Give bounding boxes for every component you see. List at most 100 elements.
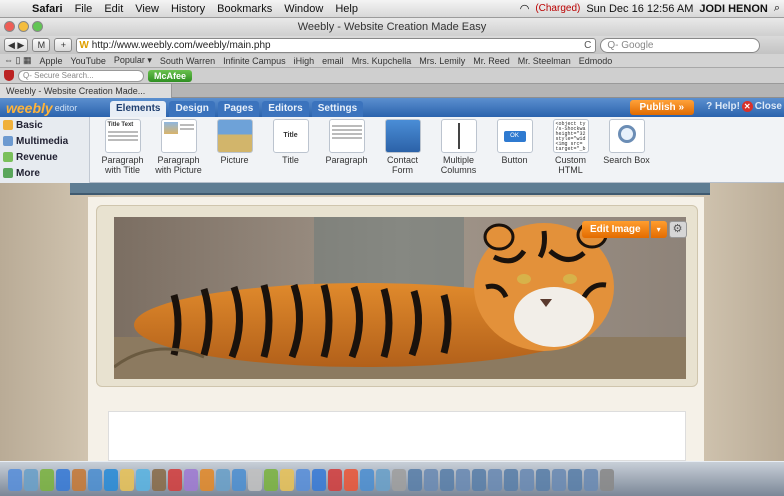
mcafee-button[interactable]: McAfee (148, 69, 193, 82)
menu-help[interactable]: Help (329, 3, 364, 15)
bookmark-edmodo[interactable]: Edmodo (579, 56, 613, 66)
reload-icon[interactable]: C (584, 40, 595, 51)
tiger-image[interactable] (114, 217, 686, 379)
document-icon[interactable] (552, 469, 566, 491)
reader-button[interactable]: M (32, 38, 51, 52)
document-icon[interactable] (408, 469, 422, 491)
address-bar[interactable]: W http://www.weebly.com/weebly/main.php … (76, 37, 597, 53)
tab-elements[interactable]: Elements (110, 101, 167, 117)
menu-history[interactable]: History (165, 3, 211, 15)
element-contact-form[interactable]: Contact Form (376, 119, 429, 175)
app-icon[interactable] (296, 469, 310, 491)
app-icon[interactable] (360, 469, 374, 491)
bookmark-youtube[interactable]: YouTube (71, 56, 106, 66)
finder-icon[interactable] (8, 469, 22, 491)
close-window-icon[interactable] (4, 21, 15, 32)
bookmark-mr-reed[interactable]: Mr. Reed (473, 56, 510, 66)
add-bookmark-button[interactable]: + (54, 38, 73, 52)
document-icon[interactable] (568, 469, 582, 491)
firefox-icon[interactable] (344, 469, 358, 491)
content-block[interactable] (108, 411, 686, 461)
element-custom-html[interactable]: <object ty /s-Shockwa height="32 style="… (544, 119, 597, 175)
secure-search-input[interactable]: Q- Secure Search... (18, 69, 144, 82)
google-search-input[interactable]: Q- Google (600, 37, 761, 53)
tab-pages[interactable]: Pages (217, 101, 260, 117)
document-icon[interactable] (440, 469, 454, 491)
app-icon[interactable] (88, 469, 102, 491)
clock[interactable]: Sun Dec 16 12:56 AM (586, 3, 693, 15)
element-picture[interactable]: Picture (208, 119, 261, 175)
category-basic[interactable]: Basic (0, 117, 89, 133)
bookmark-south-warren[interactable]: South Warren (160, 56, 215, 66)
bookmark-popular[interactable]: Popular ▾ (114, 55, 152, 66)
close-editor-button[interactable]: ✕ Close (741, 101, 782, 112)
document-icon[interactable] (504, 469, 518, 491)
bookmark-mrs-lemily[interactable]: Mrs. Lemily (419, 56, 465, 66)
safari-icon[interactable] (56, 469, 70, 491)
gear-icon[interactable]: ⚙ (668, 221, 687, 238)
tab-design[interactable]: Design (169, 101, 215, 117)
bookmark-email[interactable]: email (322, 56, 344, 66)
app-icon[interactable] (40, 469, 54, 491)
document-icon[interactable] (536, 469, 550, 491)
spotlight-icon[interactable]: ⌕ (774, 2, 780, 15)
element-multiple-columns[interactable]: Multiple Columns (432, 119, 485, 175)
app-icon[interactable] (376, 469, 390, 491)
tab-settings[interactable]: Settings (311, 101, 364, 117)
trash-icon[interactable] (600, 469, 614, 491)
zoom-window-icon[interactable] (32, 21, 43, 32)
document-icon[interactable] (424, 469, 438, 491)
bookmark-infinite-campus[interactable]: Infinite Campus (223, 56, 286, 66)
bookmark-mrs-kupchella[interactable]: Mrs. Kupchella (352, 56, 412, 66)
help-link[interactable]: ? Help! (706, 101, 740, 112)
category-more[interactable]: More (0, 165, 89, 181)
user-name[interactable]: JODI HENON (699, 3, 767, 15)
dashboard-icon[interactable] (24, 469, 38, 491)
app-icon[interactable] (120, 469, 134, 491)
document-icon[interactable] (520, 469, 534, 491)
menu-view[interactable]: View (129, 3, 165, 15)
publish-button[interactable]: Publish » (629, 100, 694, 115)
reading-list-icon[interactable]: ⇔ ▯ ▦ (4, 55, 31, 66)
element-paragraph[interactable]: Paragraph (320, 119, 373, 175)
app-icon[interactable] (136, 469, 150, 491)
app-icon[interactable] (232, 469, 246, 491)
app-icon[interactable] (152, 469, 166, 491)
category-revenue[interactable]: Revenue (0, 149, 89, 165)
category-multimedia[interactable]: Multimedia (0, 133, 89, 149)
bookmark-apple[interactable]: Apple (39, 56, 62, 66)
app-icon[interactable] (312, 469, 326, 491)
bookmark-mr-steelman[interactable]: Mr. Steelman (518, 56, 571, 66)
edit-image-button[interactable]: Edit Image (582, 221, 649, 238)
menu-bookmarks[interactable]: Bookmarks (211, 3, 278, 15)
chevron-down-icon[interactable]: ▾ (650, 221, 667, 238)
wifi-icon[interactable]: ◠ (520, 2, 530, 15)
menu-window[interactable]: Window (278, 3, 329, 15)
browser-tab[interactable]: Weebly - Website Creation Made... (0, 84, 172, 98)
bookmark-ihigh[interactable]: iHigh (294, 56, 315, 66)
minimize-window-icon[interactable] (18, 21, 29, 32)
app-icon[interactable] (264, 469, 278, 491)
app-icon[interactable] (280, 469, 294, 491)
app-icon[interactable] (104, 469, 118, 491)
mail-icon[interactable] (72, 469, 86, 491)
element-paragraph-with-picture[interactable]: Paragraph with Picture (152, 119, 205, 175)
element-title[interactable]: Title Text Title (264, 119, 317, 175)
app-icon[interactable] (184, 469, 198, 491)
document-icon[interactable] (472, 469, 486, 491)
battery-status[interactable]: (Charged) (535, 3, 580, 14)
app-icon[interactable] (248, 469, 262, 491)
menu-edit[interactable]: Edit (98, 3, 129, 15)
mcafee-shield-icon[interactable] (4, 70, 14, 81)
calendar-icon[interactable] (168, 469, 182, 491)
app-icon[interactable] (200, 469, 214, 491)
app-icon[interactable] (392, 469, 406, 491)
app-icon[interactable] (328, 469, 342, 491)
tab-editors[interactable]: Editors (262, 101, 309, 117)
element-paragraph-with-title[interactable]: Title Text Paragraph with Title (96, 119, 149, 175)
document-icon[interactable] (584, 469, 598, 491)
back-forward-button[interactable]: ◀ ▶ (4, 38, 29, 52)
app-icon[interactable] (216, 469, 230, 491)
element-button[interactable]: OK Button (488, 119, 541, 175)
element-search-box[interactable]: Search Box (600, 119, 653, 175)
